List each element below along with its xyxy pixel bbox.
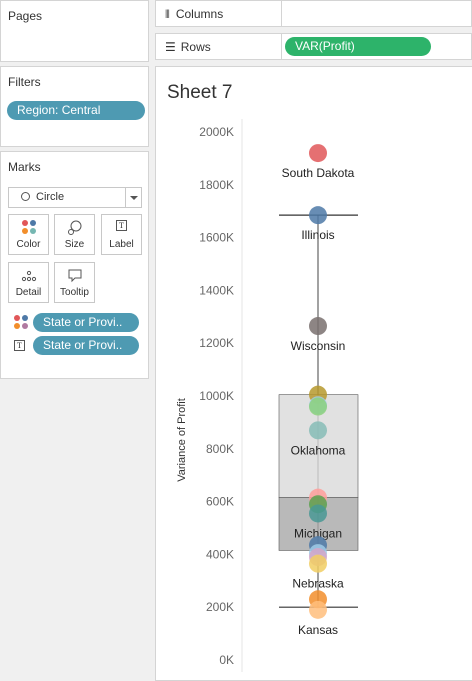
rows-shelf[interactable]: ☰ Rows VAR(Profit): [155, 33, 472, 60]
data-point: [309, 421, 327, 440]
pages-title: Pages: [8, 9, 43, 23]
data-point: [309, 554, 327, 573]
y-tick-label: 1400K: [199, 283, 234, 297]
columns-shelf-header: ⦀ Columns: [165, 7, 223, 22]
y-tick-label: 1800K: [199, 178, 234, 192]
y-tick-label: 200K: [206, 600, 234, 614]
data-point: [309, 206, 327, 225]
columns-icon: ⦀: [165, 8, 171, 21]
shelf-divider: [281, 1, 282, 26]
point-label: Kansas: [298, 623, 338, 637]
point-label: Wisconsin: [291, 339, 346, 353]
points-layer: South DakotaIllinoisWisconsinOklahomaMic…: [282, 144, 355, 637]
size-button-label: Size: [64, 239, 85, 250]
point-label: Illinois: [301, 228, 334, 242]
marks-card: Marks Circle Color Size T Label Detail T…: [0, 151, 149, 379]
filters-title: Filters: [8, 75, 41, 89]
data-point: [309, 317, 327, 336]
y-tick-label: 800K: [206, 442, 234, 456]
filters-card: Filters Region: Central: [0, 66, 149, 147]
y-axis: 0K 200K 400K 600K 800K 1000K 1200K 1400K 1600K 18…: [199, 119, 243, 672]
point-label: Nebraska: [292, 577, 344, 591]
detail-icon: [9, 268, 48, 284]
columns-label: Columns: [175, 7, 224, 21]
color-dots-icon: [9, 220, 48, 236]
detail-button-label: Detail: [15, 287, 42, 298]
detail-button[interactable]: Detail: [8, 262, 49, 303]
columns-shelf[interactable]: ⦀ Columns: [155, 0, 472, 27]
y-tick-label: 1200K: [199, 336, 234, 350]
data-point: [309, 600, 327, 619]
tooltip-icon: [55, 268, 94, 284]
point-label: South Dakota: [282, 166, 355, 180]
shelf-divider: [281, 34, 282, 59]
y-tick-label: 1000K: [199, 389, 234, 403]
color-button-label: Color: [16, 239, 41, 250]
rows-shelf-header: ☰ Rows: [165, 40, 211, 54]
label-button-label: Label: [109, 239, 134, 250]
y-tick-label: 600K: [206, 495, 234, 509]
data-point: [309, 144, 327, 163]
marks-title: Marks: [8, 160, 41, 174]
chevron-down-icon: [125, 188, 141, 207]
label-field-pill[interactable]: State or Provi..: [33, 336, 139, 355]
color-field-pill[interactable]: State or Provi..: [33, 313, 139, 332]
label-icon: T: [102, 220, 141, 236]
size-button[interactable]: Size: [54, 214, 95, 255]
mark-type-dropdown[interactable]: Circle: [8, 187, 142, 208]
pages-card: Pages: [0, 0, 149, 62]
y-tick-label: 0K: [219, 653, 234, 667]
filter-pill-region[interactable]: Region: Central: [7, 101, 145, 120]
point-label: Oklahoma: [291, 443, 346, 457]
data-point: [309, 504, 327, 523]
size-icon: [55, 220, 94, 236]
tooltip-button[interactable]: Tooltip: [54, 262, 95, 303]
chart-canvas: 0K 200K 400K 600K 800K 1000K 1200K 1400K 1600K 18…: [199, 119, 359, 672]
label-icon: T: [14, 340, 25, 351]
left-pane-empty: [0, 383, 149, 681]
mark-type-label: Circle: [36, 191, 65, 203]
rows-pill-var-profit[interactable]: VAR(Profit): [285, 37, 431, 56]
color-button[interactable]: Color: [8, 214, 49, 255]
tooltip-button-label: Tooltip: [60, 287, 89, 298]
y-tick-label: 1600K: [199, 231, 234, 245]
data-point: [309, 397, 327, 416]
color-dots-icon: [14, 315, 28, 329]
sheet-view: Sheet 7 Variance of Profit 0K 200K 400K 600…: [155, 66, 472, 681]
label-button[interactable]: T Label: [101, 214, 142, 255]
circle-icon: [21, 192, 30, 201]
rows-icon: ☰: [165, 40, 176, 54]
y-tick-label: 400K: [206, 547, 234, 561]
rows-label: Rows: [180, 40, 211, 54]
y-tick-label: 2000K: [199, 125, 234, 139]
